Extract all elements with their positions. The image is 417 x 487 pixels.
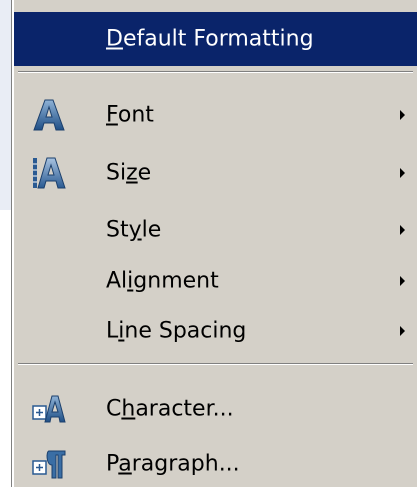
label-post: aracter... xyxy=(135,396,234,422)
label-pre: L xyxy=(106,318,119,344)
label-post: le xyxy=(141,217,162,243)
mnemonic: F xyxy=(106,102,118,128)
menu-item-default-formatting[interactable]: Default Formatting xyxy=(14,12,417,66)
document-backdrop xyxy=(0,0,13,487)
menu-item-label: Character... xyxy=(106,397,234,422)
menu-item-label: Size xyxy=(106,161,151,186)
label-post: gnment xyxy=(133,268,219,294)
label-pre: St xyxy=(106,217,129,243)
font-a-icon xyxy=(33,99,65,131)
submenu-arrow-icon xyxy=(400,276,405,286)
label-post: ragraph... xyxy=(131,451,240,477)
mnemonic: D xyxy=(106,26,123,52)
submenu-arrow-icon xyxy=(400,110,405,120)
mnemonic: h xyxy=(121,396,136,422)
menu-item-label: Paragraph... xyxy=(106,452,240,477)
menu-item-label: Font xyxy=(106,103,154,128)
character-dialog-icon xyxy=(32,395,66,423)
label-pre: Si xyxy=(106,160,127,186)
submenu-arrow-icon xyxy=(400,225,405,235)
menu-separator xyxy=(18,363,413,365)
menu-item-line-spacing[interactable]: Line Spacing xyxy=(14,304,417,358)
font-size-a-icon xyxy=(33,157,66,189)
label-rest: ont xyxy=(117,102,154,128)
mnemonic: z xyxy=(126,160,138,186)
label-rest: efault Formatting xyxy=(122,26,314,52)
menu-item-style[interactable]: Style xyxy=(14,203,417,257)
label-post: e xyxy=(137,160,152,186)
paragraph-dialog-icon xyxy=(32,450,66,479)
label-pre: Al xyxy=(106,268,128,294)
format-context-menu: Default Formatting Font Size Style Align… xyxy=(12,0,417,487)
screen: Default Formatting Font Size Style Align… xyxy=(0,0,417,487)
menu-item-size[interactable]: Size xyxy=(14,146,417,200)
menu-item-label: Alignment xyxy=(106,269,219,294)
label-pre: P xyxy=(106,451,119,477)
menu-item-label: Line Spacing xyxy=(106,319,246,344)
mnemonic: y xyxy=(128,217,142,243)
menu-separator xyxy=(18,71,413,73)
mnemonic: a xyxy=(118,451,132,477)
label-post: ne Spacing xyxy=(124,318,247,344)
menu-item-font[interactable]: Font xyxy=(14,88,417,142)
label-pre: C xyxy=(106,396,122,422)
submenu-arrow-icon xyxy=(400,168,405,178)
submenu-arrow-icon xyxy=(400,326,405,336)
menu-item-alignment[interactable]: Alignment xyxy=(14,254,417,308)
menu-item-label: Style xyxy=(106,218,161,243)
menu-item-label: Default Formatting xyxy=(106,27,314,52)
menu-item-paragraph[interactable]: Paragraph... xyxy=(14,437,417,487)
menu-item-character[interactable]: Character... xyxy=(14,382,417,436)
